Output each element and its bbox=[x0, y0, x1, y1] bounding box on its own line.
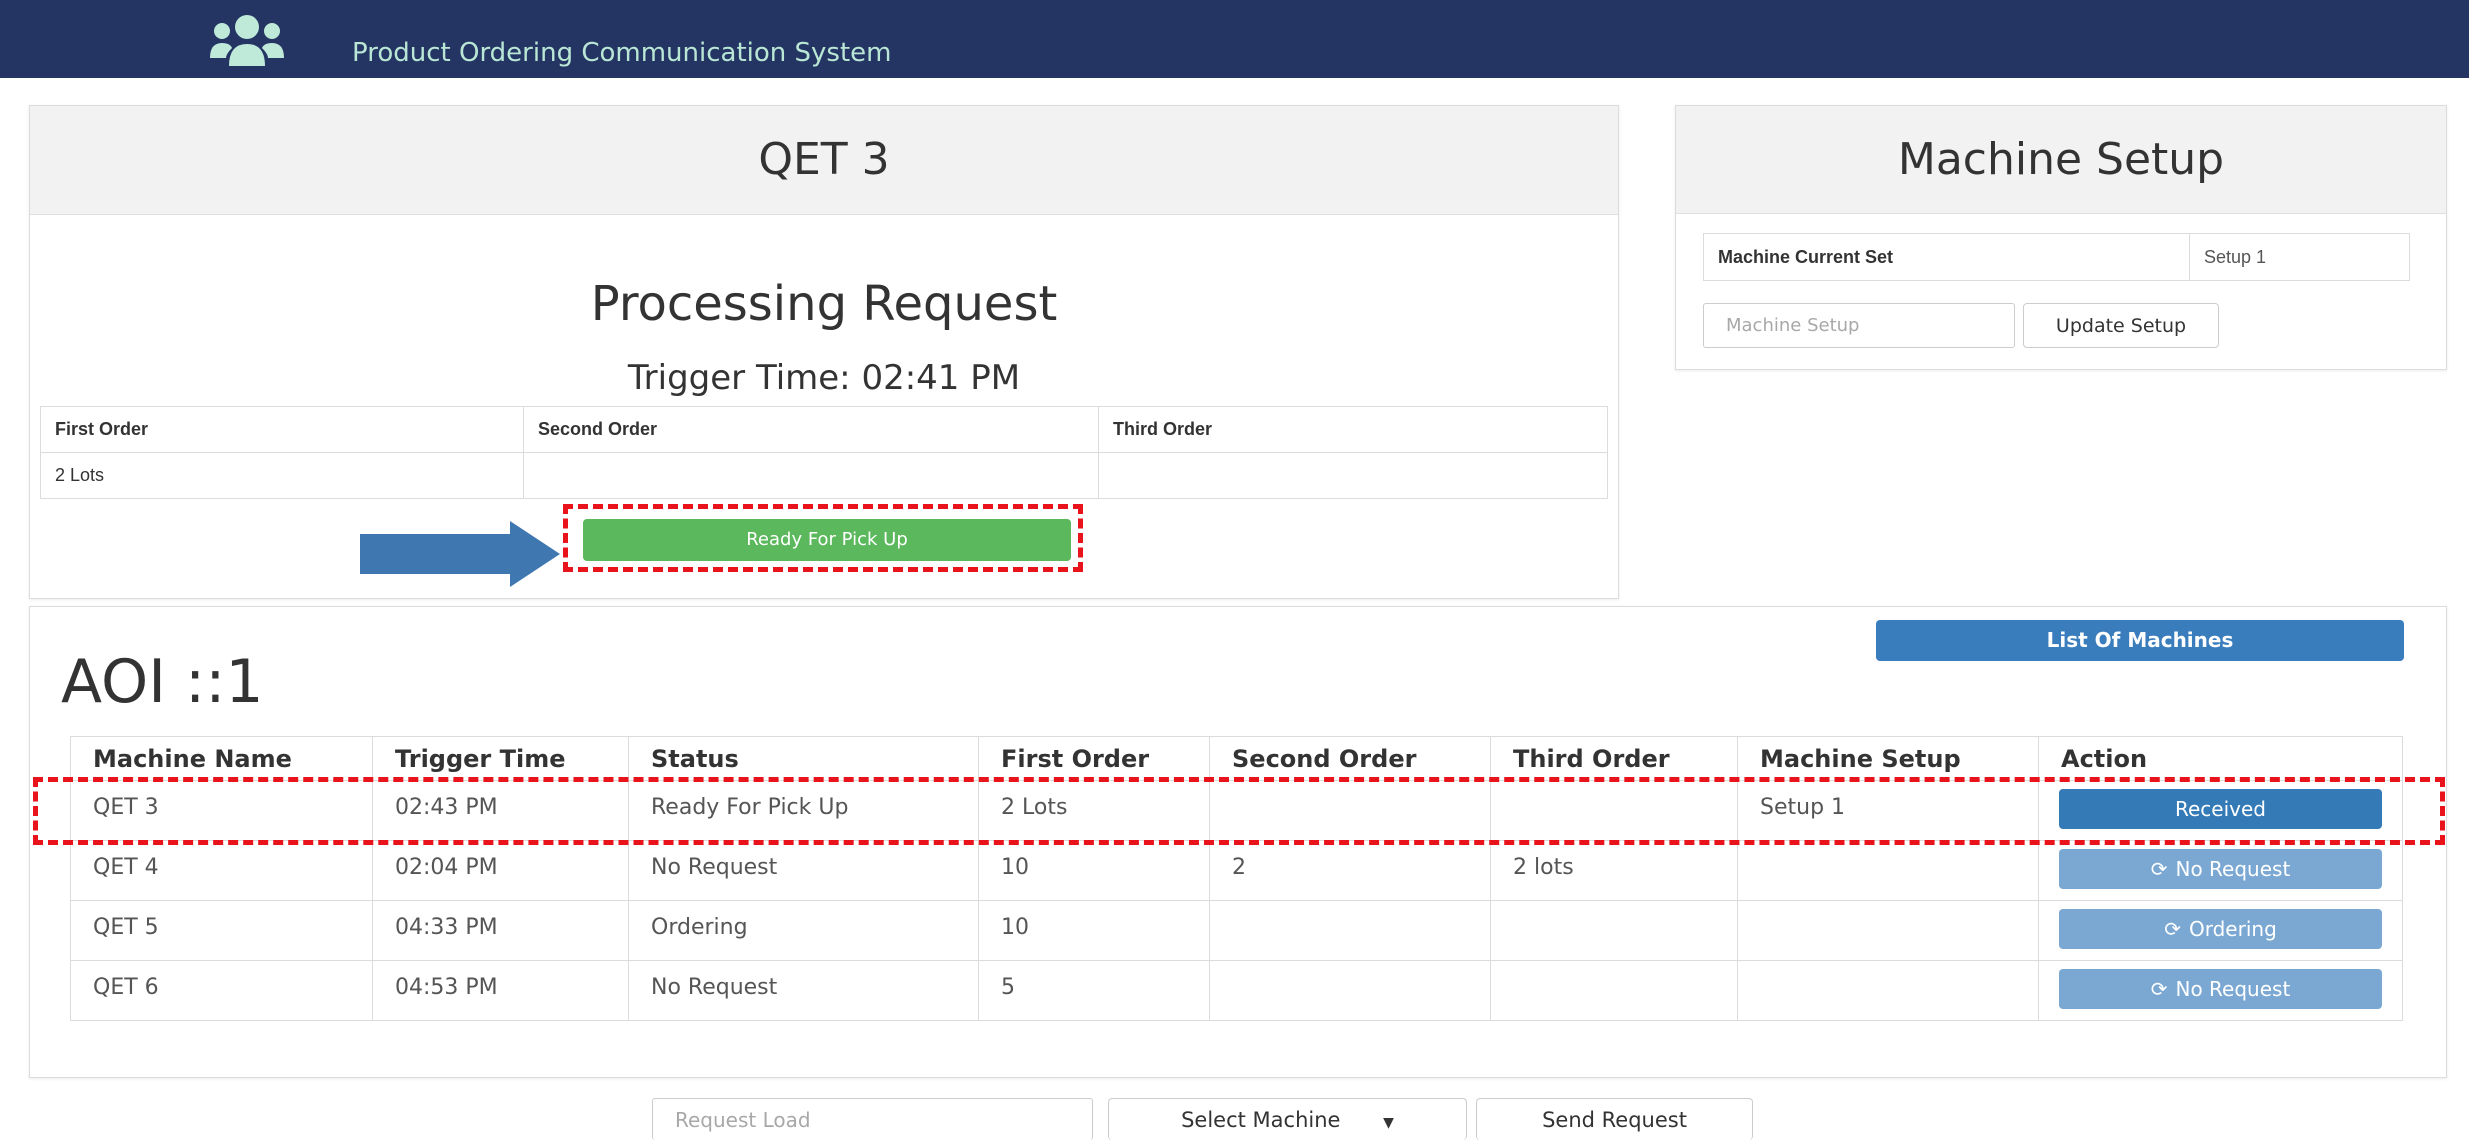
status: Ordering bbox=[628, 900, 979, 961]
spinner-icon: ⟳ bbox=[2150, 857, 2168, 881]
status: No Request bbox=[628, 960, 979, 1021]
machine-setup-panel: Machine Setup Machine Current Set Setup … bbox=[1675, 105, 2447, 370]
app-title: Product Ordering Communication System bbox=[352, 38, 892, 68]
trigger-time: 04:53 PM bbox=[372, 960, 629, 1021]
first-order: 5 bbox=[978, 960, 1210, 1021]
third-order bbox=[1490, 960, 1738, 1021]
highlight-box bbox=[563, 504, 1083, 572]
row-highlight-box bbox=[33, 777, 2445, 845]
order-cell bbox=[523, 452, 1099, 499]
panel-title: Machine Setup bbox=[1676, 106, 2446, 214]
list-of-machines-button[interactable]: List Of Machines bbox=[1876, 620, 2404, 661]
ordering-button[interactable]: ⟳ Ordering bbox=[2059, 909, 2382, 949]
column-header: Second Order bbox=[1209, 736, 1491, 781]
current-set-label: Machine Current Set bbox=[1703, 233, 2190, 281]
trigger-time: Trigger Time: 02:41 PM bbox=[627, 358, 1021, 398]
processing-heading: Processing Request bbox=[590, 276, 1058, 332]
no-request-button[interactable]: ⟳ No Request bbox=[2059, 849, 2382, 889]
machine-name: QET 6 bbox=[70, 960, 373, 1021]
update-setup-button[interactable]: Update Setup bbox=[2023, 303, 2219, 348]
column-header: Machine Setup bbox=[1737, 736, 2039, 781]
machine-setup-input[interactable] bbox=[1703, 303, 2015, 348]
trigger-time: 04:33 PM bbox=[372, 900, 629, 961]
select-machine-dropdown[interactable]: Select Machine ▼ bbox=[1108, 1098, 1467, 1140]
column-header: Third Order bbox=[1490, 736, 1738, 781]
column-header: Status bbox=[628, 736, 979, 781]
column-header: Trigger Time bbox=[372, 736, 629, 781]
order-table: First Order Second Order Third Order 2 L… bbox=[40, 406, 1608, 499]
no-request-label: No Request bbox=[2175, 977, 2291, 1001]
first-order: 10 bbox=[978, 900, 1210, 961]
column-header: Third Order bbox=[1098, 406, 1608, 453]
action-cell: ⟳ No Request bbox=[2038, 960, 2403, 1021]
aoi-title: AOI ::1 bbox=[61, 647, 264, 717]
table-row: QET 4 02:04 PM No Request 10 2 2 lots ⟳ N… bbox=[70, 840, 2403, 901]
no-request-label: No Request bbox=[2175, 857, 2291, 881]
column-header: Machine Name bbox=[70, 736, 373, 781]
machine-setup bbox=[1737, 840, 2039, 901]
users-group-icon bbox=[210, 15, 284, 66]
caret-down-icon: ▼ bbox=[1383, 1115, 1394, 1131]
column-header: First Order bbox=[978, 736, 1210, 781]
column-header: First Order bbox=[40, 406, 524, 453]
machine-setup bbox=[1737, 900, 2039, 961]
first-order: 10 bbox=[978, 840, 1210, 901]
panel-title: QET 3 bbox=[30, 106, 1618, 215]
table-row: QET 6 04:53 PM No Request 5 ⟳ No Request bbox=[70, 960, 2403, 1021]
second-order bbox=[1209, 900, 1491, 961]
column-header: Second Order bbox=[523, 406, 1099, 453]
status: No Request bbox=[628, 840, 979, 901]
send-request-button[interactable]: Send Request bbox=[1476, 1098, 1753, 1140]
third-order bbox=[1490, 900, 1738, 961]
column-header: Action bbox=[2038, 736, 2403, 781]
third-order: 2 lots bbox=[1490, 840, 1738, 901]
top-navbar: Product Ordering Communication System bbox=[0, 0, 2469, 78]
request-load-input[interactable] bbox=[652, 1098, 1093, 1140]
machine-setup bbox=[1737, 960, 2039, 1021]
ordering-label: Ordering bbox=[2189, 917, 2277, 941]
machine-setup-table: Machine Current Set Setup 1 bbox=[1703, 233, 2410, 281]
order-cell: 2 Lots bbox=[40, 452, 524, 499]
spinner-icon: ⟳ bbox=[2164, 917, 2181, 941]
machine-name: QET 4 bbox=[70, 840, 373, 901]
action-cell: ⟳ Ordering bbox=[2038, 900, 2403, 961]
machine-name: QET 5 bbox=[70, 900, 373, 961]
action-cell: ⟳ No Request bbox=[2038, 840, 2403, 901]
order-cell bbox=[1098, 452, 1608, 499]
current-set-value: Setup 1 bbox=[2189, 233, 2410, 281]
no-request-button[interactable]: ⟳ No Request bbox=[2059, 969, 2382, 1009]
second-order: 2 bbox=[1209, 840, 1491, 901]
second-order bbox=[1209, 960, 1491, 1021]
trigger-time: 02:04 PM bbox=[372, 840, 629, 901]
select-machine-value: Select Machine bbox=[1181, 1108, 1341, 1132]
spinner-icon: ⟳ bbox=[2150, 977, 2168, 1001]
table-row: QET 5 04:33 PM Ordering 10 ⟳ Ordering bbox=[70, 900, 2403, 961]
pointer-arrow-icon bbox=[360, 521, 560, 587]
